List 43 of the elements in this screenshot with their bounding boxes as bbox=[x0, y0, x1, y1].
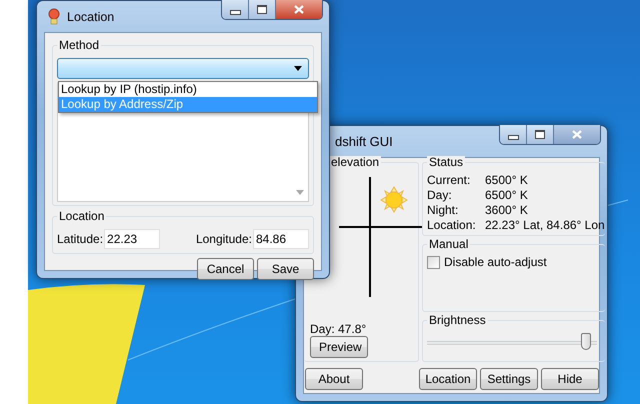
status-value: 6500° K bbox=[485, 188, 529, 203]
status-value: 6500° K bbox=[485, 173, 529, 188]
group-label: elevation bbox=[329, 156, 382, 169]
dropdown-option[interactable]: Lookup by IP (hostip.info) bbox=[59, 82, 317, 97]
status-label: Current: bbox=[427, 173, 472, 188]
minimize-button[interactable] bbox=[222, 0, 249, 19]
close-icon bbox=[572, 130, 582, 139]
group-label: Brightness bbox=[427, 314, 488, 327]
maximize-button[interactable] bbox=[249, 0, 276, 19]
field-label: Latitude: bbox=[57, 232, 104, 246]
elevation-label: Day: 47.8° bbox=[310, 322, 368, 336]
longitude-field[interactable]: 84.86 bbox=[253, 229, 309, 249]
method-dropdown[interactable] bbox=[57, 58, 309, 79]
lightbulb-icon bbox=[47, 8, 61, 26]
status-label: Night: bbox=[427, 203, 460, 218]
window-title: Location bbox=[67, 10, 114, 24]
checkbox-label: Disable auto-adjust bbox=[444, 255, 547, 269]
status-value: 3600° K bbox=[485, 203, 529, 218]
status-label: Location: bbox=[427, 218, 477, 233]
group-label: Method bbox=[57, 39, 102, 52]
window-button[interactable]: Hide bbox=[541, 368, 599, 390]
scroll-down-icon[interactable] bbox=[296, 190, 304, 195]
minimize-button[interactable] bbox=[500, 125, 527, 144]
dialog-button[interactable]: Save bbox=[257, 258, 314, 280]
group-label: Status bbox=[427, 156, 466, 169]
about-button[interactable]: About bbox=[305, 368, 363, 390]
window-button[interactable]: Settings bbox=[480, 368, 538, 390]
preview-button[interactable]: Preview bbox=[310, 336, 368, 358]
checkbox[interactable] bbox=[427, 256, 440, 268]
close-button[interactable] bbox=[276, 0, 322, 19]
slider-thumb[interactable] bbox=[580, 333, 591, 350]
caret-icon bbox=[294, 66, 302, 71]
maximize-button[interactable] bbox=[527, 125, 554, 144]
group-label: Manual bbox=[427, 238, 470, 251]
window-button[interactable]: Location bbox=[419, 368, 477, 390]
field-label: Longitude: bbox=[196, 232, 252, 246]
dialog-button[interactable]: Cancel bbox=[197, 258, 254, 280]
window-title: dshift GUI bbox=[335, 134, 393, 149]
close-icon bbox=[294, 5, 304, 14]
status-value: 22.23° Lat, 84.86° Lon bbox=[485, 218, 605, 233]
status-label: Day: bbox=[427, 188, 453, 203]
group-label: Location bbox=[57, 210, 106, 223]
latitude-field[interactable]: 22.23 bbox=[104, 229, 160, 249]
